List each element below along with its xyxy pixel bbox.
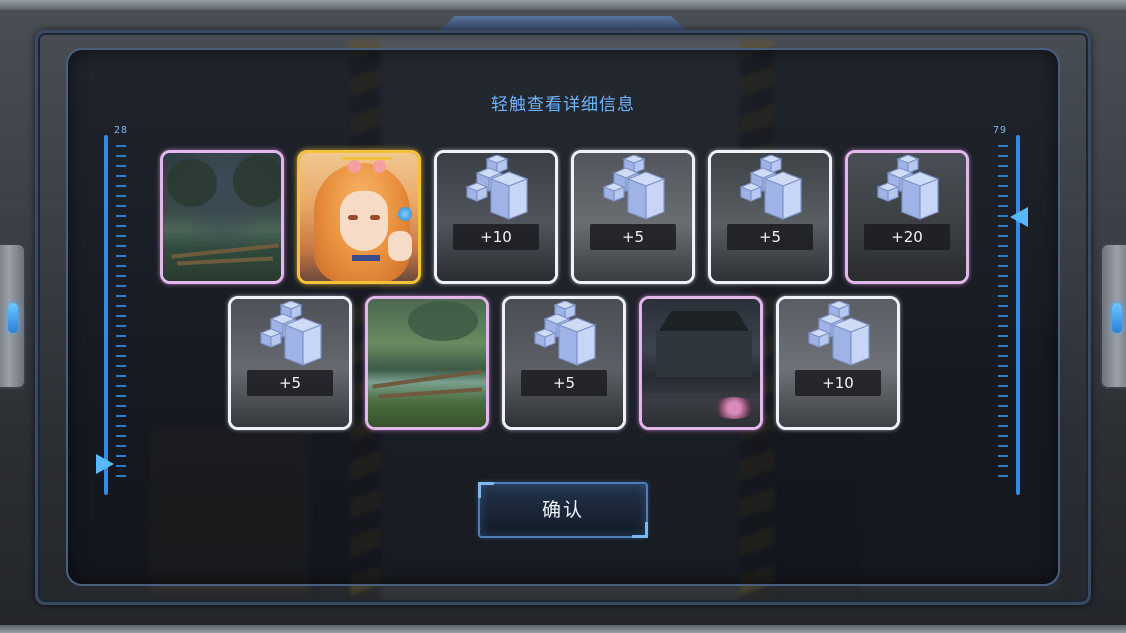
cube-cluster-icon bbox=[602, 155, 666, 220]
lollipop-icon bbox=[398, 207, 412, 221]
reward-card-cube[interactable]: +10 bbox=[776, 296, 900, 430]
scene-art-lake bbox=[163, 153, 281, 281]
reward-card-scene-lake[interactable] bbox=[160, 150, 284, 284]
right-handle-light bbox=[1112, 303, 1122, 333]
reward-amount: +10 bbox=[795, 370, 881, 396]
reward-card-character[interactable] bbox=[297, 150, 421, 284]
left-handle-light bbox=[8, 303, 18, 333]
panel-title: 轻触查看详细信息 bbox=[491, 95, 635, 115]
cube-cluster-icon bbox=[807, 301, 871, 366]
confirm-button[interactable]: 确认 bbox=[478, 482, 648, 538]
left-marker-icon bbox=[96, 454, 114, 474]
reward-card-cube[interactable]: +5 bbox=[228, 296, 352, 430]
left-ruler bbox=[98, 135, 126, 495]
right-handle bbox=[1100, 243, 1126, 389]
scene-art-house bbox=[642, 299, 760, 427]
right-ruler-value: 79 bbox=[993, 125, 1008, 136]
cube-cluster-icon bbox=[533, 301, 597, 366]
scene-art-lake-green bbox=[368, 299, 486, 427]
reward-card-scene-house[interactable] bbox=[639, 296, 763, 430]
left-handle bbox=[0, 243, 26, 389]
confirm-button-label: 确认 bbox=[541, 499, 584, 521]
reward-amount: +5 bbox=[247, 370, 333, 396]
reward-amount: +5 bbox=[521, 370, 607, 396]
cube-cluster-icon bbox=[465, 155, 529, 220]
reward-card-cube[interactable]: +5 bbox=[571, 150, 695, 284]
reward-card-scene-lake-green[interactable] bbox=[365, 296, 489, 430]
top-metal-bar bbox=[0, 0, 1126, 10]
reward-amount: +20 bbox=[864, 224, 950, 250]
cube-cluster-icon bbox=[259, 301, 323, 366]
reward-card-cube[interactable]: +5 bbox=[502, 296, 626, 430]
character-portrait bbox=[300, 153, 418, 281]
reward-amount: +10 bbox=[453, 224, 539, 250]
reward-card-cube[interactable]: +5 bbox=[708, 150, 832, 284]
cube-cluster-icon bbox=[739, 155, 803, 220]
right-marker-icon bbox=[1010, 207, 1028, 227]
right-ruler bbox=[994, 135, 1022, 495]
heart-glasses-icon bbox=[342, 157, 392, 173]
reward-amount: +5 bbox=[727, 224, 813, 250]
reward-amount: +5 bbox=[590, 224, 676, 250]
bottom-metal-bar bbox=[0, 625, 1126, 633]
left-ruler-value: 28 bbox=[114, 125, 129, 136]
reward-card-cube[interactable]: +10 bbox=[434, 150, 558, 284]
panel-top-tab bbox=[440, 16, 686, 30]
cube-cluster-icon bbox=[876, 155, 940, 220]
reward-card-cube[interactable]: +20 bbox=[845, 150, 969, 284]
